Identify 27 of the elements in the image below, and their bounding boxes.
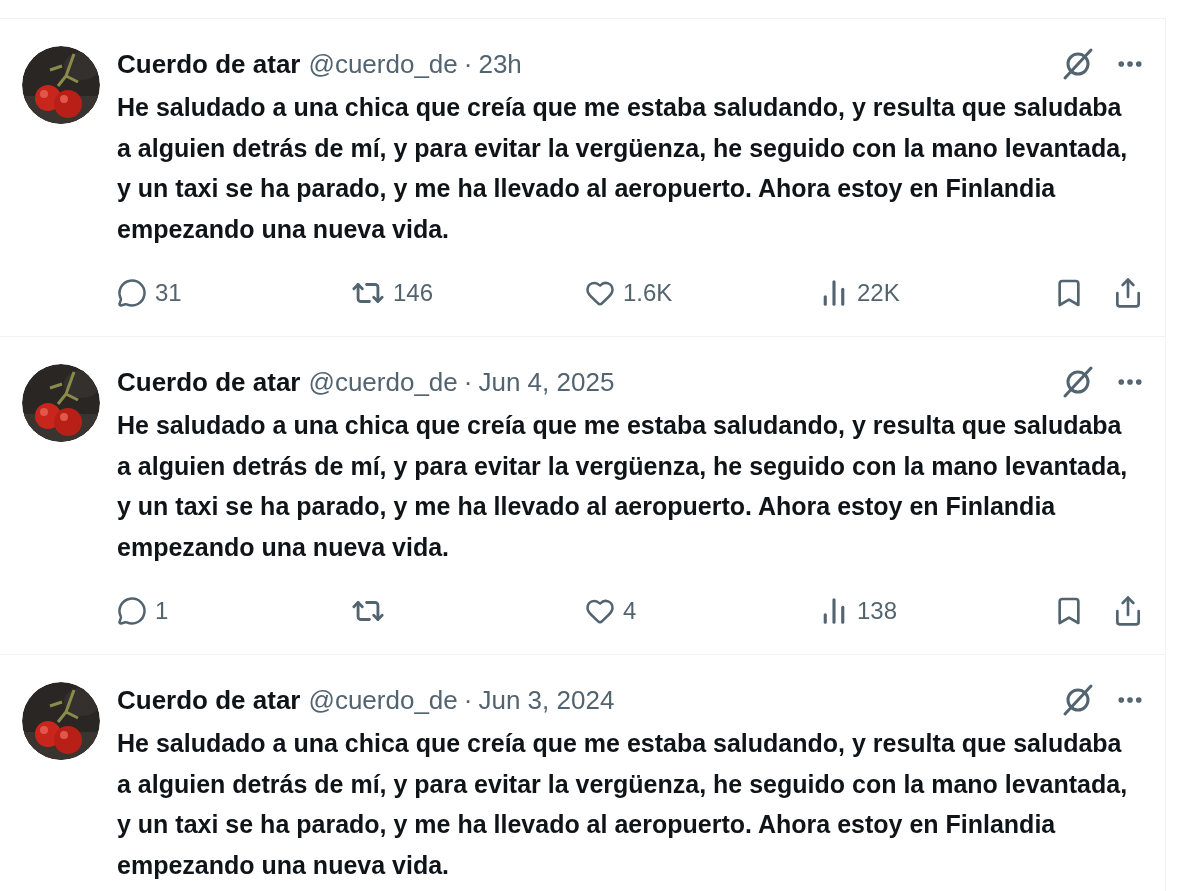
- tweet-text: He saludado a una chica que creía que me estaba saludando, y resulta que saludaba a alguien detrás de mí, y para evitar la vergüenza, he seguido con la mano levantada, y un taxi se ha parado, y me ha llevado al aeropuerto. Ahora estoy en Finlandia empezando una nueva vida.: [117, 410, 1129, 563]
- reply-icon[interactable]: [117, 278, 147, 308]
- author-name[interactable]: Cuerdo de atar: [117, 680, 301, 720]
- slashed-circle-icon[interactable]: [1061, 365, 1095, 399]
- author-name[interactable]: Cuerdo de atar: [117, 44, 301, 84]
- author-handle[interactable]: @cuerdo_de: [308, 362, 458, 402]
- view-count: 22K: [857, 278, 900, 308]
- author-handle[interactable]: @cuerdo_de: [308, 44, 458, 84]
- tweet-time[interactable]: Jun 4, 2025: [478, 362, 615, 402]
- tweet-text: He saludado a una chica que creía que me estaba saludando, y resulta que saludaba a alguien detrás de mí, y para evitar la vergüenza, he seguido con la mano levantada, y un taxi se ha parado, y me ha llevado al aeropuerto. Ahora estoy en Finlandia empezando una nueva vida.: [117, 728, 1129, 881]
- author-name[interactable]: Cuerdo de atar: [117, 362, 301, 402]
- view-count: 138: [857, 596, 898, 626]
- tweet-time[interactable]: Jun 3, 2024: [478, 680, 615, 720]
- author-handle[interactable]: @cuerdo_de: [308, 680, 458, 720]
- repost-count: 146: [393, 278, 434, 308]
- like-count: 1.6K: [623, 278, 673, 308]
- tweet-time[interactable]: 23h: [478, 44, 522, 84]
- tweet-text: He saludado a una chica que creía que me estaba saludando, y resulta que saludaba a alguien detrás de mí, y para evitar la vergüenza, he seguido con la mano levantada, y un taxi se ha parado, y me ha llevado al aeropuerto. Ahora estoy en Finlandia empezando una nueva vida.: [117, 92, 1129, 245]
- reply-count: 1: [155, 596, 169, 626]
- separator-dot: ·: [463, 683, 473, 717]
- separator-dot: ·: [463, 47, 473, 81]
- slashed-circle-icon[interactable]: [1061, 47, 1095, 81]
- like-count: 4: [623, 596, 637, 626]
- reply-count: 31: [155, 278, 182, 308]
- slashed-circle-icon[interactable]: [1061, 683, 1095, 717]
- reply-icon[interactable]: [117, 596, 147, 626]
- separator-dot: ·: [463, 365, 473, 399]
